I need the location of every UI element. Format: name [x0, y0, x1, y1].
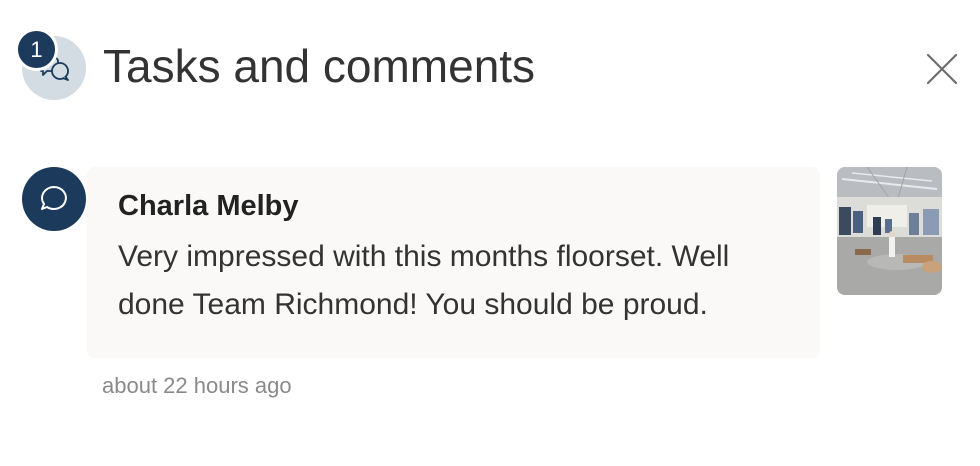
comment-avatar: [22, 167, 86, 231]
attachment-thumbnail[interactable]: [837, 167, 942, 295]
close-icon: [926, 53, 958, 85]
comment-text: Very impressed with this months floorset…: [118, 240, 730, 321]
comment-author: Charla Melby: [118, 190, 299, 222]
comment-card: Charla Melby Very impressed with this mo…: [87, 167, 820, 358]
speech-bubble-icon: [41, 186, 67, 210]
notification-count-badge: 1: [15, 28, 58, 71]
page-title: Tasks and comments: [103, 40, 536, 92]
store-photo-thumbnail: [837, 167, 942, 295]
comment-timestamp: about 22 hours ago: [102, 373, 292, 398]
close-button[interactable]: [922, 49, 962, 89]
